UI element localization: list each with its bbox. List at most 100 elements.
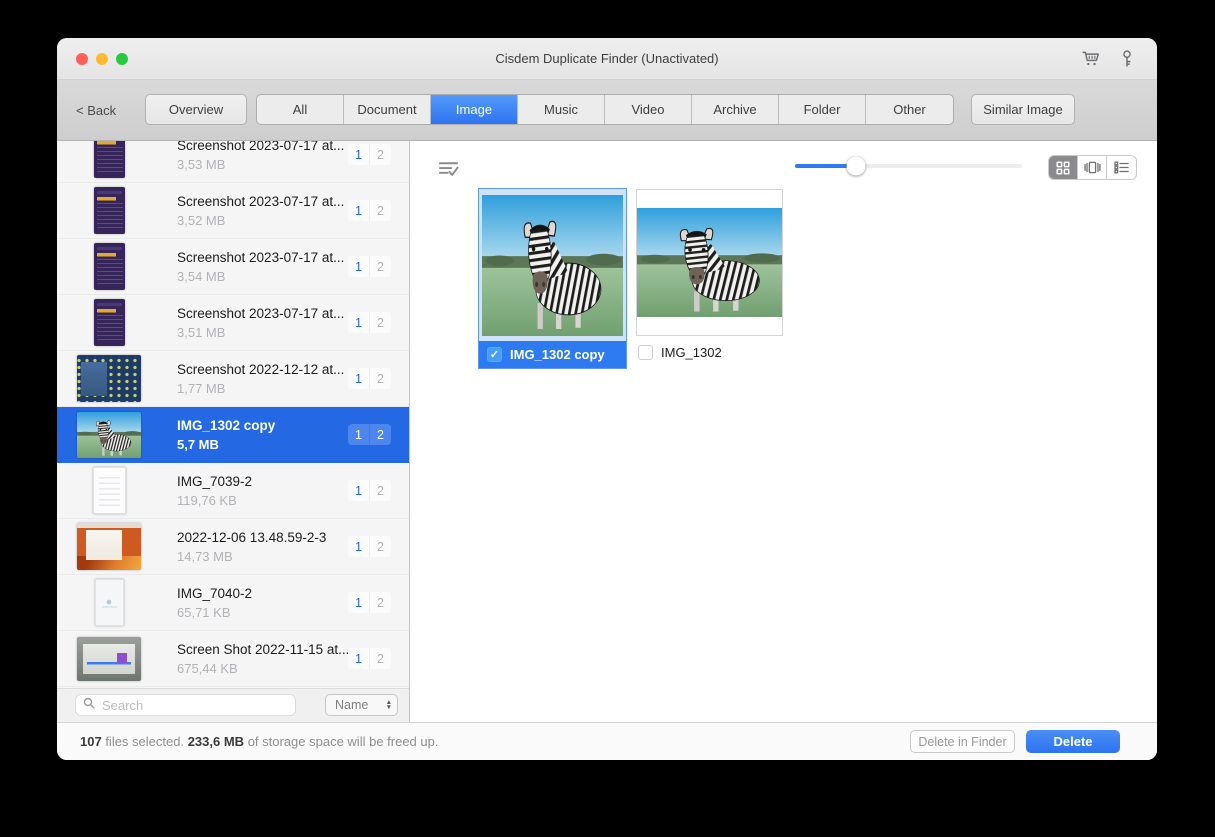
file-thumbnail [77, 579, 141, 626]
photo-thumbnail [479, 189, 626, 341]
stepper-arrows-icon: ▲ ▼ [385, 699, 392, 711]
back-button[interactable]: < Back [76, 80, 116, 140]
filter-segment-image[interactable]: Image [431, 95, 518, 124]
zoom-button[interactable] [116, 52, 128, 65]
file-size: 3,52 MB [177, 212, 226, 228]
group-count-badge: 1 [348, 480, 369, 501]
file-thumbnail [77, 141, 141, 178]
file-size: 119,76 KB [177, 492, 237, 508]
duplicate-count-badges: 1 2 [348, 312, 391, 333]
group-count-badge: 1 [348, 424, 369, 445]
filter-segment-folder[interactable]: Folder [779, 95, 866, 124]
sidebar-search-row: Name ▲▼ [57, 688, 409, 722]
list-item-selected[interactable]: IMG_1302 copy 5,7 MB 1 2 [57, 407, 409, 463]
duplicate-list-sidebar: Screenshot 2023-07-17 at... 3,53 MB 1 2 … [57, 141, 410, 722]
thumbnail-size-slider[interactable] [795, 156, 1022, 176]
file-name: Screenshot 2023-07-17 at... [177, 305, 345, 321]
file-name: IMG_7040-2 [177, 585, 253, 601]
copy-count-badge: 2 [369, 144, 391, 165]
select-all-icon[interactable] [437, 157, 460, 185]
key-icon[interactable] [1117, 48, 1137, 69]
similar-image-button[interactable]: Similar Image [971, 94, 1075, 125]
sort-by-select[interactable]: Name ▲ ▼ [325, 694, 398, 716]
filter-segment-other[interactable]: Other [866, 95, 953, 124]
group-count-badge: 1 [348, 200, 369, 221]
group-count-badge: 1 [348, 144, 369, 165]
file-thumbnail [77, 243, 141, 290]
overview-button[interactable]: Overview [145, 94, 247, 125]
file-name: IMG_7039-2 [177, 473, 253, 489]
list-item[interactable]: Screenshot 2022-12-12 at... 1,77 MB 1 2 [57, 351, 409, 407]
group-count-badge: 1 [348, 312, 369, 333]
status-bar: 107 files selected. 233,6 MB of storage … [57, 722, 1157, 760]
delete-button[interactable]: Delete [1026, 730, 1120, 753]
file-thumbnail [77, 299, 141, 346]
thumbnail-card[interactable]: IMG_1302 copy [478, 188, 627, 369]
sort-by-value: Name [335, 698, 369, 712]
file-size: 3,54 MB [177, 268, 226, 284]
filter-segment-video[interactable]: Video [605, 95, 692, 124]
search-icon [83, 696, 95, 714]
close-button[interactable] [76, 52, 88, 65]
group-count-badge: 1 [348, 536, 369, 557]
status-text: 107 files selected. 233,6 MB of storage … [80, 734, 439, 749]
search-input[interactable] [100, 696, 288, 714]
list-item[interactable]: Screenshot 2023-07-17 at... 3,54 MB 1 2 [57, 239, 409, 295]
copy-count-badge: 2 [369, 592, 391, 613]
zoom-slider-knob[interactable] [846, 156, 866, 176]
thumbnail-card[interactable]: IMG_1302 [635, 188, 784, 369]
duplicate-thumbnails-grid: IMG_1302 copy IMG_1302 [478, 188, 784, 369]
copy-count-badge: 2 [369, 368, 391, 389]
file-size: 14,73 MB [177, 548, 233, 564]
duplicate-detail-pane: IMG_1302 copy IMG_1302 [410, 141, 1157, 722]
file-name: Screenshot 2023-07-17 at... [177, 193, 345, 209]
duplicate-count-badges: 1 2 [348, 256, 391, 277]
file-name: 2022-12-06 13.48.59-2-3 [177, 529, 327, 545]
list-item[interactable]: Screenshot 2023-07-17 at... 3,51 MB 1 2 [57, 295, 409, 351]
filter-segment-music[interactable]: Music [518, 95, 605, 124]
copy-count-badge: 2 [369, 536, 391, 557]
file-name: Screen Shot 2022-11-15 at... [177, 641, 348, 657]
file-size: 675,44 KB [177, 660, 238, 676]
search-field[interactable] [75, 694, 296, 716]
list-view-button[interactable] [1107, 156, 1136, 179]
file-size: 1,77 MB [177, 380, 226, 396]
file-thumbnail [77, 355, 141, 402]
file-size: 5,7 MB [177, 436, 219, 452]
file-size: 3,53 MB [177, 156, 226, 172]
file-thumbnail [77, 187, 141, 234]
duplicate-count-badges: 1 2 [348, 144, 391, 165]
selected-count: 107 [80, 734, 102, 749]
filter-segment-all[interactable]: All [257, 95, 344, 124]
list-item[interactable]: IMG_7039-2 119,76 KB 1 2 [57, 463, 409, 519]
grid-view-button[interactable] [1049, 156, 1078, 179]
file-name: Screenshot 2023-07-17 at... [177, 249, 345, 265]
duplicate-list: Screenshot 2023-07-17 at... 3,53 MB 1 2 … [57, 141, 409, 688]
list-item[interactable]: IMG_7040-2 65,71 KB 1 2 [57, 575, 409, 631]
file-name: IMG_1302 [661, 345, 722, 360]
file-name: Screenshot 2023-07-17 at... [177, 141, 345, 153]
minimize-button[interactable] [96, 52, 108, 65]
duplicate-count-badges: 1 2 [348, 648, 391, 669]
file-checkbox[interactable] [487, 347, 502, 362]
file-checkbox[interactable] [638, 345, 653, 360]
title-bar: Cisdem Duplicate Finder (Unactivated) [57, 38, 1157, 80]
group-count-badge: 1 [348, 648, 369, 669]
filter-segment-archive[interactable]: Archive [692, 95, 779, 124]
toolbar: < Back Overview All Document Image Music… [57, 80, 1157, 141]
list-item[interactable]: Screenshot 2023-07-17 at... 3,53 MB 1 2 [57, 141, 409, 183]
coverflow-view-button[interactable] [1078, 156, 1107, 179]
filter-segment-document[interactable]: Document [344, 95, 431, 124]
list-item[interactable]: 2022-12-06 13.48.59-2-3 14,73 MB 1 2 [57, 519, 409, 575]
file-thumbnail [77, 636, 141, 681]
duplicate-count-badges: 1 2 [348, 480, 391, 501]
copy-count-badge: 2 [369, 312, 391, 333]
copy-count-badge: 2 [369, 480, 391, 501]
copy-count-badge: 2 [369, 424, 391, 445]
list-item[interactable]: Screenshot 2023-07-17 at... 3,52 MB 1 2 [57, 183, 409, 239]
file-name: IMG_1302 copy [177, 417, 276, 433]
duplicate-count-badges: 1 2 [348, 536, 391, 557]
cart-icon[interactable] [1081, 48, 1102, 69]
list-item[interactable]: Screen Shot 2022-11-15 at... 675,44 KB 1… [57, 631, 409, 687]
delete-in-finder-button[interactable]: Delete in Finder [910, 730, 1015, 753]
